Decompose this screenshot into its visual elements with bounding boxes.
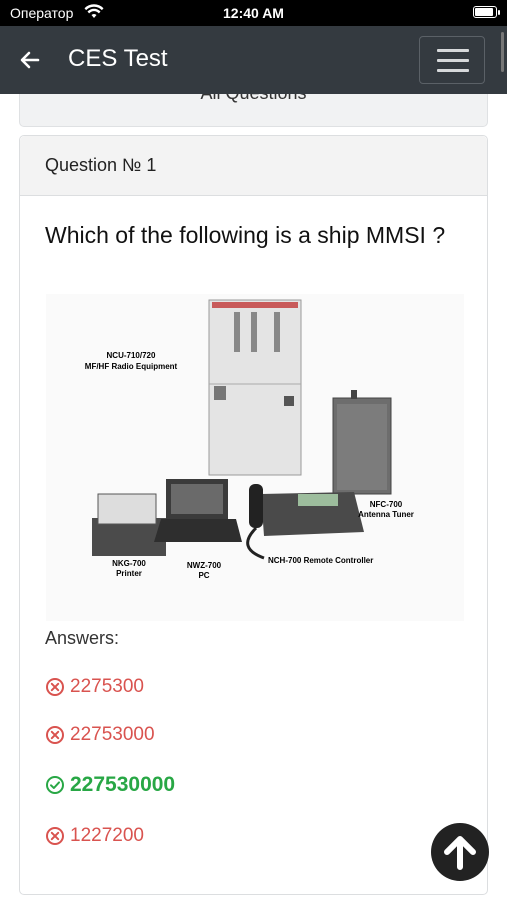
cross-circle-icon <box>46 827 64 845</box>
cross-circle-icon <box>46 726 64 744</box>
answer-text: 22753000 <box>70 724 155 745</box>
answer-text: 1227200 <box>70 825 144 846</box>
label-nfc: NFC-700 <box>370 500 403 509</box>
answer-option[interactable]: 2275300 <box>45 672 144 702</box>
answers-label: Answers: <box>45 628 120 648</box>
scroll-indicator <box>501 32 504 72</box>
answer-text: 2275300 <box>70 676 144 697</box>
battery-icon <box>473 6 500 18</box>
page-title: CES Test <box>68 45 168 72</box>
label-nwz: NWZ-700 <box>187 561 222 570</box>
question-card: Question № 1 Which of the following is a… <box>19 135 488 895</box>
label-nwz-sub: PC <box>198 571 209 580</box>
check-circle-icon <box>46 776 64 794</box>
label-ncu: NCU-710/720 <box>107 351 156 360</box>
answer-text: 227530000 <box>70 773 176 796</box>
hamburger-icon <box>437 49 469 52</box>
menu-toggle-button[interactable] <box>419 36 485 84</box>
status-time: 12:40 AM <box>223 5 284 21</box>
arrow-up-icon <box>444 836 476 870</box>
status-bar: Оператор 12:40 AM <box>0 0 507 26</box>
label-nkg-sub: Printer <box>116 569 142 578</box>
label-nch: NCH-700 Remote Controller <box>268 556 373 565</box>
label-ncu-sub: MF/HF Radio Equipment <box>85 362 178 371</box>
label-nfc-sub: Antenna Tuner <box>358 510 414 519</box>
label-nkg: NKG-700 <box>112 559 146 568</box>
answer-option[interactable]: 1227200 <box>45 821 144 851</box>
question-image: NCU-710/720 MF/HF Radio Equipment NFC-70… <box>46 294 464 621</box>
answer-option-correct[interactable]: 227530000 <box>45 770 175 800</box>
question-number: Question № 1 <box>20 136 487 196</box>
back-arrow-icon[interactable] <box>18 48 42 72</box>
scroll-to-top-button[interactable] <box>431 823 489 881</box>
question-text: Which of the following is a ship MMSI ? <box>45 222 446 248</box>
cross-circle-icon <box>46 678 64 696</box>
answer-option[interactable]: 22753000 <box>45 720 155 750</box>
navbar: CES Test <box>0 26 507 94</box>
